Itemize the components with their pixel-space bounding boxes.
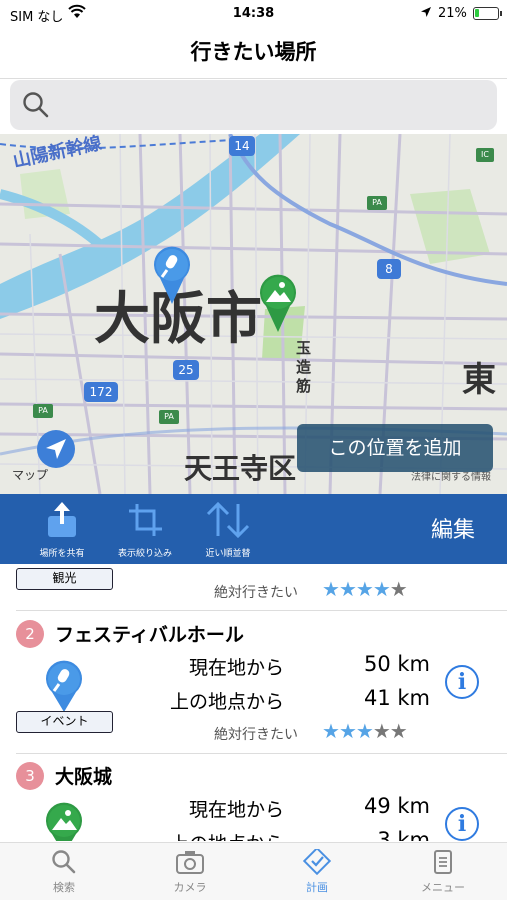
divider bbox=[0, 78, 507, 79]
tab-search[interactable]: 検索 bbox=[14, 849, 114, 895]
info-icon[interactable]: i bbox=[445, 665, 479, 699]
map-label-tennoji: 天王寺区 bbox=[184, 452, 297, 485]
page-title: 行きたい場所 bbox=[190, 40, 317, 64]
status-bar: SIM なし 14:38 21% bbox=[0, 0, 507, 28]
order-badge: 3 bbox=[16, 762, 44, 790]
attribution-label: マップ bbox=[12, 468, 49, 482]
apple-maps-attribution[interactable]: マップ bbox=[12, 466, 48, 483]
tab-menu-label: メニュー bbox=[421, 881, 465, 894]
map-label-east: 東 bbox=[462, 360, 496, 400]
star-filled-icon: ★ bbox=[355, 577, 374, 601]
tab-bar: 検索 カメラ 計画 メニュー bbox=[0, 842, 507, 900]
desire-label: 絶対行きたい bbox=[214, 585, 298, 601]
sightseeing-pin-icon bbox=[44, 802, 84, 841]
crop-icon bbox=[129, 504, 162, 536]
event-pin-icon bbox=[44, 660, 84, 716]
category-tag: イベント bbox=[16, 711, 113, 733]
place-list[interactable]: 観光 絶対行きたい ★★★★★ 2 フェスティバルホール イベント 現在地から … bbox=[0, 564, 507, 841]
ic-sign: IC bbox=[476, 148, 494, 162]
place-title: 大阪城 bbox=[55, 766, 113, 788]
distance-from-prev-label: 上の地点から bbox=[169, 691, 284, 713]
battery-icon bbox=[473, 7, 502, 20]
desire-label: 絶対行きたい bbox=[214, 727, 298, 743]
star-filled-icon: ★ bbox=[338, 719, 357, 743]
star-empty-icon: ★ bbox=[372, 719, 391, 743]
category-tag: 観光 bbox=[16, 568, 113, 590]
star-empty-icon: ★ bbox=[389, 577, 408, 601]
pa-sign: PA bbox=[367, 196, 387, 210]
tab-search-label: 検索 bbox=[53, 881, 75, 894]
tab-camera[interactable]: カメラ bbox=[140, 849, 240, 895]
location-arrow-icon bbox=[420, 6, 432, 22]
share-locations-button[interactable]: 場所を共有 bbox=[22, 502, 102, 559]
divider bbox=[16, 610, 507, 611]
route-shield-172: 172 bbox=[84, 382, 118, 402]
edit-button[interactable]: 編集 bbox=[431, 512, 475, 544]
distance-from-current-label: 現在地から bbox=[188, 657, 284, 679]
star-empty-icon: ★ bbox=[389, 719, 408, 743]
distance-from-prev: 41 km bbox=[363, 686, 430, 710]
star-filled-icon: ★ bbox=[322, 719, 340, 743]
pa-sign: PA bbox=[159, 410, 179, 424]
battery-fill bbox=[475, 9, 479, 17]
search-icon bbox=[52, 850, 76, 874]
filter-display-button[interactable]: 表示絞り込み bbox=[105, 502, 185, 559]
filter-label: 表示絞り込み bbox=[117, 549, 172, 559]
sort-arrows-icon bbox=[206, 502, 250, 538]
search-bar[interactable] bbox=[10, 80, 497, 130]
tab-camera-label: カメラ bbox=[173, 881, 207, 894]
distance-from-current: 50 km bbox=[363, 652, 430, 676]
divider bbox=[16, 753, 507, 754]
tab-plan-label: 計画 bbox=[306, 881, 328, 894]
add-this-location-button[interactable]: この位置を追加 bbox=[297, 424, 493, 472]
route-shield-8: 8 bbox=[377, 259, 401, 279]
checkmark-diamond-icon bbox=[303, 849, 331, 875]
tab-plan[interactable]: 計画 bbox=[267, 849, 367, 895]
route-shield-14: 14 bbox=[229, 136, 255, 156]
tab-menu[interactable]: メニュー bbox=[393, 849, 493, 895]
map-view[interactable]: 山陽新幹線 大阪市 天王寺区 東 玉造筋 14 8 25 172 PA PA P… bbox=[0, 134, 507, 494]
distance-from-current: 49 km bbox=[363, 794, 430, 818]
sort-nearest-button[interactable]: 近い順並替 bbox=[188, 502, 268, 559]
search-icon bbox=[22, 91, 50, 123]
action-toolbar: 場所を共有 表示絞り込み 近い順並替 編集 bbox=[0, 494, 507, 564]
share-label: 場所を共有 bbox=[39, 549, 85, 559]
rating-stars: ★★★★★ bbox=[322, 577, 408, 601]
place-title: フェスティバルホール bbox=[55, 624, 244, 646]
route-shield-25: 25 bbox=[173, 360, 199, 380]
camera-icon bbox=[176, 851, 204, 874]
distance-from-prev: 3 km bbox=[377, 828, 430, 841]
distance-from-current-label: 現在地から bbox=[188, 799, 284, 821]
star-filled-icon: ★ bbox=[372, 577, 391, 601]
star-filled-icon: ★ bbox=[355, 719, 374, 743]
document-icon bbox=[434, 850, 452, 874]
rating-stars: ★★★★★ bbox=[322, 719, 408, 743]
sort-label: 近い順並替 bbox=[205, 549, 251, 559]
order-badge: 2 bbox=[16, 620, 44, 648]
map-label-tamatsukuri: 玉造筋 bbox=[296, 339, 312, 395]
star-filled-icon: ★ bbox=[338, 577, 357, 601]
star-filled-icon: ★ bbox=[322, 577, 340, 601]
info-icon[interactable]: i bbox=[445, 807, 479, 841]
search-input[interactable] bbox=[58, 90, 478, 120]
share-icon bbox=[48, 502, 76, 537]
distance-from-prev-label: 上の地点から bbox=[144, 829, 284, 841]
pa-sign: PA bbox=[33, 404, 53, 418]
battery-percent: 21% bbox=[438, 6, 467, 21]
